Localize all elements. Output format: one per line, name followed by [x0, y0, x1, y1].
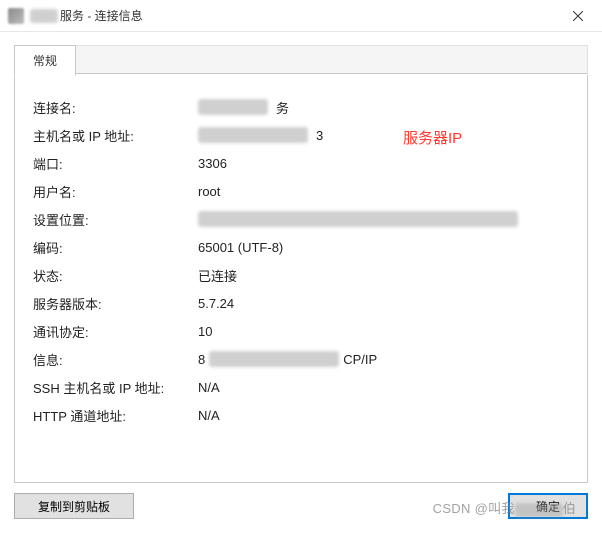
tab-content: 连接名: 务 主机名或 IP 地址: 3 服务器IP 端口: 3306	[14, 75, 588, 483]
label-status: 状态:	[33, 266, 198, 285]
value-info: 8 CP/IP	[198, 351, 377, 367]
label-server-version: 服务器版本:	[33, 294, 198, 313]
label-host: 主机名或 IP 地址:	[33, 126, 198, 145]
label-ssh-host: SSH 主机名或 IP 地址:	[33, 378, 198, 397]
value-encoding: 65001 (UTF-8)	[198, 240, 283, 255]
row-port: 端口: 3306	[33, 149, 569, 177]
obscured-info	[209, 351, 339, 367]
window-title: 服务 - 连接信息	[30, 7, 143, 24]
titlebar: 服务 - 连接信息	[0, 0, 602, 32]
title-obscured	[30, 9, 58, 23]
label-username: 用户名:	[33, 182, 198, 201]
obscured-connection-name	[198, 99, 268, 115]
value-status: 已连接	[198, 266, 237, 285]
tab-strip	[76, 45, 588, 74]
row-http-tunnel: HTTP 通道地址: N/A	[33, 401, 569, 429]
close-icon	[573, 11, 583, 21]
tab-header: 常规	[14, 44, 588, 75]
close-button[interactable]	[555, 2, 600, 30]
obscured-host	[198, 127, 308, 143]
obscured-settings-location	[198, 211, 518, 227]
label-encoding: 编码:	[33, 238, 198, 257]
value-ssh-host: N/A	[198, 380, 220, 395]
label-http-tunnel: HTTP 通道地址:	[33, 406, 198, 425]
info-prefix: 8	[198, 352, 205, 367]
value-username: root	[198, 184, 220, 199]
ok-button[interactable]: 确定	[508, 493, 588, 519]
app-icon	[8, 8, 24, 24]
titlebar-left: 服务 - 连接信息	[8, 7, 143, 24]
label-settings-location: 设置位置:	[33, 210, 198, 229]
value-protocol: 10	[198, 324, 212, 339]
tab-general[interactable]: 常规	[14, 45, 76, 76]
row-host: 主机名或 IP 地址: 3 服务器IP	[33, 121, 569, 149]
tabs-area: 常规 连接名: 务 主机名或 IP 地址: 3 服务器IP 端口:	[0, 32, 602, 483]
row-settings-location: 设置位置:	[33, 205, 569, 233]
row-protocol: 通讯协定: 10	[33, 317, 569, 345]
label-connection-name: 连接名:	[33, 98, 198, 117]
title-suffix: 服务 - 连接信息	[60, 7, 143, 24]
value-host: 3 服务器IP	[198, 127, 323, 143]
row-connection-name: 连接名: 务	[33, 93, 569, 121]
info-suffix: CP/IP	[343, 352, 377, 367]
row-status: 状态: 已连接	[33, 261, 569, 289]
label-protocol: 通讯协定:	[33, 322, 198, 341]
value-port: 3306	[198, 156, 227, 171]
row-info: 信息: 8 CP/IP	[33, 345, 569, 373]
row-ssh-host: SSH 主机名或 IP 地址: N/A	[33, 373, 569, 401]
dialog-footer: 复制到剪贴板 确定	[0, 483, 602, 533]
value-http-tunnel: N/A	[198, 408, 220, 423]
annotation-server-ip: 服务器IP	[403, 127, 462, 148]
copy-clipboard-button[interactable]: 复制到剪贴板	[14, 493, 134, 519]
connection-info-dialog: 服务 - 连接信息 常规 连接名: 务 主机名或 IP 地址:	[0, 0, 602, 533]
row-username: 用户名: root	[33, 177, 569, 205]
value-settings-location	[198, 211, 518, 227]
value-connection-name: 务	[198, 98, 289, 117]
row-encoding: 编码: 65001 (UTF-8)	[33, 233, 569, 261]
label-info: 信息:	[33, 350, 198, 369]
value-server-version: 5.7.24	[198, 296, 234, 311]
row-server-version: 服务器版本: 5.7.24	[33, 289, 569, 317]
label-port: 端口:	[33, 154, 198, 173]
